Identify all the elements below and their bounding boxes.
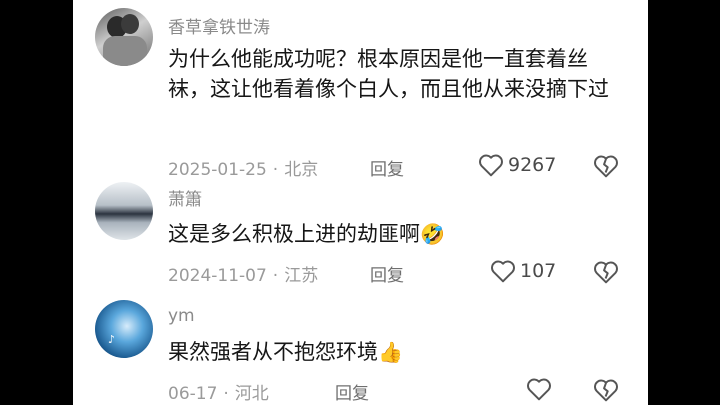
meta-separator: · — [272, 266, 279, 286]
comment-location: 北京 — [284, 160, 319, 180]
comment-date: 2025-01-25 — [168, 160, 267, 180]
comment-item: ♪ ym 果然强者从不抱怨环境👍 06-17 · 河北 回复 — [73, 295, 648, 405]
comment-location: 河北 — [234, 384, 269, 404]
comment-date: 06-17 — [168, 384, 218, 404]
comment-meta: 2025-01-25 · 北京 — [168, 155, 318, 180]
comment-meta: 2024-11-07 · 江苏 — [168, 261, 318, 286]
avatar[interactable] — [95, 8, 153, 66]
avatar[interactable]: ♪ — [95, 300, 153, 358]
comment-list: 香草拿铁世涛 为什么他能成功呢？根本原因是他一直套着丝袜，这让他看着像个白人，而… — [73, 0, 648, 405]
tiktok-logo-icon: ♪ — [108, 333, 116, 346]
like-count: 107 — [520, 260, 557, 282]
comment-text: 为什么他能成功呢？根本原因是他一直套着丝袜，这让他看着像个白人，而且他从来没摘下… — [168, 44, 613, 104]
comment-text-body: 为什么他能成功呢？根本原因是他一直套着丝袜，这让他看着像个白人，而且他从来没摘下… — [168, 47, 609, 101]
comment-text-body: 这是多么积极上进的劫匪啊 — [168, 222, 420, 246]
reply-button[interactable]: 回复 — [370, 155, 404, 180]
meta-separator: · — [272, 160, 279, 180]
laughing-emoji: 🤣 — [420, 222, 445, 246]
thumbs-up-emoji: 👍 — [378, 340, 403, 364]
comment-item: 香草拿铁世涛 为什么他能成功呢？根本原因是他一直套着丝袜，这让他看着像个白人，而… — [73, 0, 648, 185]
comment-username[interactable]: 香草拿铁世涛 — [168, 13, 270, 38]
avatar[interactable] — [95, 182, 153, 240]
like-count: 9267 — [508, 154, 557, 176]
comment-text-body: 果然强者从不抱怨环境 — [168, 340, 378, 364]
like-button[interactable]: 107 — [490, 259, 556, 283]
reply-button[interactable]: 回复 — [335, 379, 369, 404]
broken-heart-icon[interactable] — [593, 154, 619, 178]
comment-location: 江苏 — [284, 266, 319, 286]
heart-outline-icon — [491, 260, 515, 283]
comment-username[interactable]: 萧簫 — [168, 185, 202, 210]
comment-text: 果然强者从不抱怨环境👍 — [168, 337, 613, 367]
comment-text: 这是多么积极上进的劫匪啊🤣 — [168, 219, 613, 249]
comment-meta: 06-17 · 河北 — [168, 379, 269, 404]
broken-heart-icon[interactable] — [593, 260, 619, 284]
like-button[interactable]: 9267 — [478, 153, 556, 177]
heart-outline-icon — [479, 154, 503, 177]
meta-separator: · — [223, 384, 229, 404]
like-button[interactable] — [526, 377, 552, 401]
comment-date: 2024-11-07 — [168, 266, 267, 286]
reply-button[interactable]: 回复 — [370, 261, 404, 286]
comment-username[interactable]: ym — [168, 306, 195, 326]
comment-item: 萧簫 这是多么积极上进的劫匪啊🤣 2024-11-07 · 江苏 回复 107 — [73, 182, 648, 295]
heart-outline-icon — [527, 378, 551, 401]
broken-heart-icon[interactable] — [593, 378, 619, 402]
